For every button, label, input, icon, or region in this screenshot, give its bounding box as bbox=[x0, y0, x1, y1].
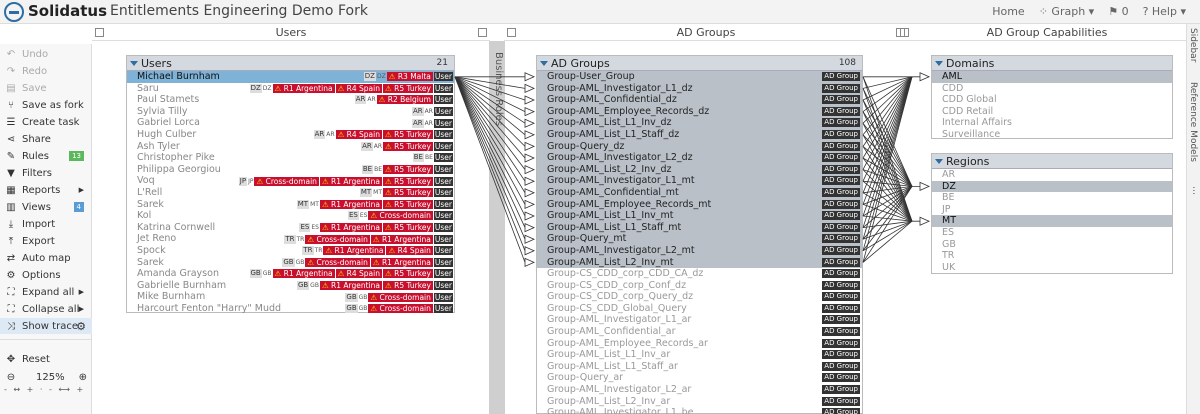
reference-models-tab[interactable]: Reference Models bbox=[1188, 82, 1198, 162]
trace-line bbox=[862, 76, 913, 147]
trace-arrowhead bbox=[524, 211, 535, 221]
trace-arrowhead bbox=[524, 246, 535, 256]
trace-arrowhead bbox=[919, 216, 930, 226]
trace-line bbox=[454, 76, 526, 205]
trace-line bbox=[454, 76, 526, 170]
trace-arrowhead bbox=[524, 188, 535, 198]
sidebar-tab[interactable]: Sidebar bbox=[1188, 28, 1198, 62]
trace-lines bbox=[454, 72, 930, 268]
trace-arrowhead bbox=[524, 72, 535, 82]
trace-arrowhead bbox=[919, 72, 930, 82]
trace-arrowhead bbox=[524, 118, 535, 128]
trace-arrowhead bbox=[524, 95, 535, 105]
trace-arrowhead bbox=[524, 176, 535, 186]
trace-arrowhead bbox=[524, 234, 535, 244]
trace-arrowhead bbox=[524, 199, 535, 210]
trace-arrowhead bbox=[524, 222, 535, 233]
trace-arrowhead bbox=[524, 106, 535, 117]
trace-line bbox=[862, 99, 913, 187]
more-icon[interactable]: ⋯ bbox=[1188, 186, 1198, 195]
trace-arrowhead bbox=[524, 83, 535, 94]
trace-arrowhead bbox=[919, 181, 930, 192]
trace-line bbox=[454, 76, 526, 251]
trace-line bbox=[454, 76, 526, 182]
trace-arrowhead bbox=[524, 141, 535, 152]
trace-line bbox=[454, 76, 526, 147]
trace-arrowhead bbox=[524, 130, 535, 140]
trace-line bbox=[454, 76, 526, 240]
trace-line bbox=[454, 76, 526, 228]
trace-arrowhead bbox=[524, 164, 535, 175]
trace-line bbox=[454, 76, 526, 263]
trace-arrowhead bbox=[524, 257, 535, 268]
trace-line bbox=[454, 76, 526, 136]
trace-arrowhead bbox=[524, 153, 535, 163]
trace-line bbox=[454, 76, 526, 89]
